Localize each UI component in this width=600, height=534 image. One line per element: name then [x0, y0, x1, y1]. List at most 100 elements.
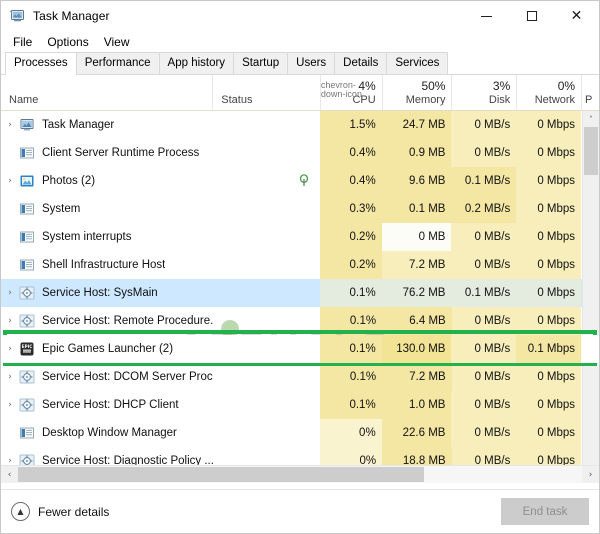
column-header-network[interactable]: 0% Network: [516, 75, 581, 110]
minimize-button[interactable]: [464, 1, 509, 31]
vertical-scrollbar-thumb[interactable]: [584, 127, 598, 175]
expand-chevron-icon[interactable]: ›: [1, 335, 19, 363]
row-network-cell: 0 Mbps: [516, 391, 582, 419]
row-disk-cell: 0 MB/s: [451, 111, 517, 139]
fewer-details-button[interactable]: ▲ Fewer details: [11, 502, 109, 521]
row-memory-cell: 18.8 MB: [382, 447, 452, 466]
menu-item-file[interactable]: File: [8, 33, 40, 51]
tab-performance[interactable]: Performance: [75, 52, 160, 74]
tab-startup[interactable]: Startup: [233, 52, 289, 74]
row-status-cell: [213, 307, 320, 335]
horizontal-scrollbar-thumb[interactable]: [18, 467, 425, 482]
scroll-left-arrow-icon[interactable]: ‹: [1, 466, 18, 483]
expand-chevron-icon[interactable]: ›: [1, 391, 19, 419]
scroll-up-arrow-icon[interactable]: ˄: [583, 111, 599, 127]
end-task-button[interactable]: End task: [501, 498, 589, 525]
task-manager-icon: [19, 117, 35, 133]
row-memory-cell: 0.1 MB: [381, 195, 452, 223]
close-icon: ✕: [570, 8, 583, 24]
column-header-power[interactable]: P: [581, 75, 599, 110]
row-name-cell: › Service Host: DHCP Client: [1, 391, 212, 419]
column-header-disk[interactable]: 3% Disk: [451, 75, 516, 110]
row-memory-cell: 7.2 MB: [382, 363, 452, 391]
vertical-scrollbar[interactable]: ˄ ˅: [582, 111, 599, 483]
row-status-cell: [212, 195, 320, 223]
table-row[interactable]: Client Server Runtime Process 0.4% 0.9 MB 0…: [1, 139, 599, 167]
row-process-name: Photos (2): [42, 175, 96, 187]
column-header-cpu[interactable]: chevron-down-icon 4% CPU: [319, 75, 382, 110]
close-button[interactable]: ✕: [554, 1, 599, 31]
table-row[interactable]: Desktop Window Manager 0% 22.6 MB 0 MB/s 0 M…: [1, 419, 599, 447]
table-row[interactable]: › Service Host: Diagnostic Policy ... 0% 18…: [1, 447, 599, 466]
menu-item-view[interactable]: View: [99, 33, 138, 51]
horizontal-scrollbar[interactable]: ‹ ›: [1, 465, 599, 483]
column-header-memory[interactable]: 50% Memory: [381, 75, 452, 110]
title-bar: Task Manager ✕: [1, 1, 599, 31]
tab-app-history[interactable]: App history: [158, 52, 235, 74]
row-network-cell: 0 Mbps: [516, 167, 582, 195]
expand-chevron-icon[interactable]: ›: [1, 307, 19, 335]
chevron-down-icon: chevron-down-icon: [320, 80, 362, 99]
row-memory-cell: 0 MB: [381, 223, 452, 251]
row-status-cell: [212, 419, 320, 447]
row-status-cell: [213, 363, 320, 391]
table-row[interactable]: › Service Host: Remote Procedure... 0.1% 6.…: [1, 307, 599, 335]
maximize-button[interactable]: [509, 1, 554, 31]
table-row[interactable]: › Service Host: DHCP Client 0.1% 1.0 MB 0 MB…: [1, 391, 599, 419]
row-cpu-cell: 0.4%: [319, 139, 382, 167]
footer-bar: ▲ Fewer details End task: [1, 489, 599, 533]
row-process-name: Shell Infrastructure Host: [42, 259, 166, 271]
expand-chevron-icon[interactable]: ›: [1, 167, 19, 195]
tab-strip: Processes Performance App history Startu…: [1, 52, 599, 75]
row-memory-cell: 22.6 MB: [381, 419, 452, 447]
row-process-name: Task Manager: [42, 119, 115, 131]
window-icon: [19, 145, 35, 161]
table-row[interactable]: › Photos (2) 0.4% 9.6 MB 0.1 MB/s 0 Mbps: [1, 167, 599, 195]
row-status-cell: [212, 279, 320, 307]
row-name-cell: System: [1, 195, 212, 223]
table-row[interactable]: Shell Infrastructure Host 0.2% 7.2 MB 0 MB/…: [1, 251, 599, 279]
row-memory-cell: 7.2 MB: [381, 251, 452, 279]
expand-chevron-icon[interactable]: ›: [1, 447, 19, 466]
tab-services[interactable]: Services: [386, 52, 449, 74]
row-status-cell: [212, 167, 320, 195]
photos-icon: [19, 173, 35, 189]
maximize-icon: [526, 11, 537, 21]
expand-chevron-icon[interactable]: ›: [1, 363, 19, 391]
tab-users[interactable]: Users: [287, 52, 336, 74]
row-process-name: Epic Games Launcher (2): [42, 343, 174, 355]
table-row[interactable]: › Service Host: DCOM Server Proc... 0.1% 7.…: [1, 363, 599, 391]
expand-chevron-icon[interactable]: ›: [1, 279, 19, 307]
row-name-cell: › Service Host: DCOM Server Proc...: [1, 363, 213, 391]
window-icon: [19, 257, 35, 273]
row-cpu-cell: 0.3%: [319, 195, 382, 223]
table-row[interactable]: › EPIC Epic Games Launcher (2) 0.1% 130.0 MB…: [1, 335, 599, 363]
row-network-cell: 0 Mbps: [516, 447, 582, 466]
table-row[interactable]: System interrupts 0.2% 0 MB 0 MB/s 0 Mbps: [1, 223, 599, 251]
tab-processes[interactable]: Processes: [5, 52, 77, 75]
row-process-name: Desktop Window Manager: [42, 427, 177, 439]
row-name-cell: › Photos (2): [1, 167, 212, 195]
table-row[interactable]: › Task Manager 1.5% 24.7 MB 0 MB/s 0 Mbps: [1, 111, 599, 139]
gear-icon: [19, 285, 35, 301]
table-row[interactable]: System 0.3% 0.1 MB 0.2 MB/s 0 Mbps: [1, 195, 599, 223]
row-memory-cell: 76.2 MB: [381, 279, 452, 307]
column-header-name[interactable]: Name: [1, 75, 212, 110]
process-row-list: › Task Manager 1.5% 24.7 MB 0 MB/s 0 Mbps Clie…: [1, 111, 599, 466]
row-cpu-cell: 1.5%: [319, 111, 382, 139]
row-disk-cell: 0 MB/s: [451, 335, 517, 363]
gear-icon: [19, 397, 35, 413]
scroll-right-arrow-icon[interactable]: ›: [582, 466, 599, 483]
row-memory-cell: 0.9 MB: [381, 139, 452, 167]
menu-item-options[interactable]: Options: [42, 33, 96, 51]
table-row[interactable]: › Service Host: SysMain 0.1% 76.2 MB 0.1 MB/…: [1, 279, 599, 307]
row-disk-cell: 0.2 MB/s: [451, 195, 517, 223]
tab-details[interactable]: Details: [334, 52, 388, 74]
row-disk-cell: 0 MB/s: [451, 363, 517, 391]
row-cpu-cell: 0.1%: [319, 335, 382, 363]
horizontal-scrollbar-track[interactable]: [18, 466, 582, 483]
expand-chevron-icon[interactable]: ›: [1, 111, 19, 139]
column-header-status[interactable]: Status: [212, 75, 320, 110]
row-process-name: Service Host: DHCP Client: [42, 399, 179, 411]
row-status-cell: [212, 335, 320, 363]
